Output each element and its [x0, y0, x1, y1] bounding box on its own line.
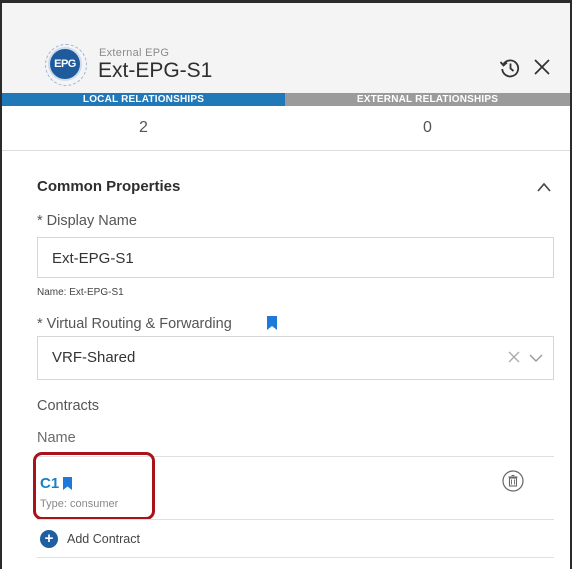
section-title: Common Properties [37, 178, 181, 195]
add-contract-button[interactable]: + Add Contract [40, 529, 140, 549]
external-epg-panel: EPG External EPG Ext-EPG-S1 LOCAL RELATI… [0, 0, 572, 569]
divider [37, 557, 554, 558]
tab-count: 0 [423, 119, 432, 136]
epg-icon: EPG [45, 44, 87, 86]
panel-header: EPG External EPG Ext-EPG-S1 [2, 3, 570, 93]
tab-label: EXTERNAL RELATIONSHIPS [285, 93, 570, 106]
contracts-column-header: Name [37, 430, 76, 446]
highlight-annotation [33, 452, 155, 520]
clear-icon[interactable] [507, 350, 521, 364]
bookmark-icon[interactable] [267, 316, 277, 330]
name-hint: Name: Ext-EPG-S1 [37, 287, 124, 298]
tab-external-relationships[interactable]: EXTERNAL RELATIONSHIPS 0 [285, 93, 570, 148]
vrf-select[interactable]: VRF-Shared [37, 336, 554, 380]
vrf-select-value: VRF-Shared [52, 349, 136, 366]
display-name-value: Ext-EPG-S1 [52, 250, 134, 267]
divider [37, 519, 554, 520]
object-type-label: External EPG [99, 47, 170, 59]
add-contract-label: Add Contract [67, 532, 140, 546]
trash-icon[interactable] [502, 470, 524, 492]
add-icon: + [40, 530, 58, 548]
chevron-down-icon[interactable] [528, 352, 544, 364]
display-name-label: * Display Name [37, 213, 137, 229]
close-icon[interactable] [530, 55, 554, 79]
chevron-up-icon[interactable] [536, 180, 552, 194]
tab-count: 2 [139, 119, 148, 136]
tab-local-relationships[interactable]: LOCAL RELATIONSHIPS 2 [2, 93, 285, 148]
display-name-input[interactable]: Ext-EPG-S1 [37, 237, 554, 278]
history-icon[interactable] [499, 57, 521, 79]
panel-title: Ext-EPG-S1 [98, 59, 213, 82]
contracts-label: Contracts [37, 398, 100, 414]
tab-label: LOCAL RELATIONSHIPS [2, 93, 285, 106]
vrf-label: * Virtual Routing & Forwarding [37, 316, 232, 332]
divider [2, 150, 570, 151]
